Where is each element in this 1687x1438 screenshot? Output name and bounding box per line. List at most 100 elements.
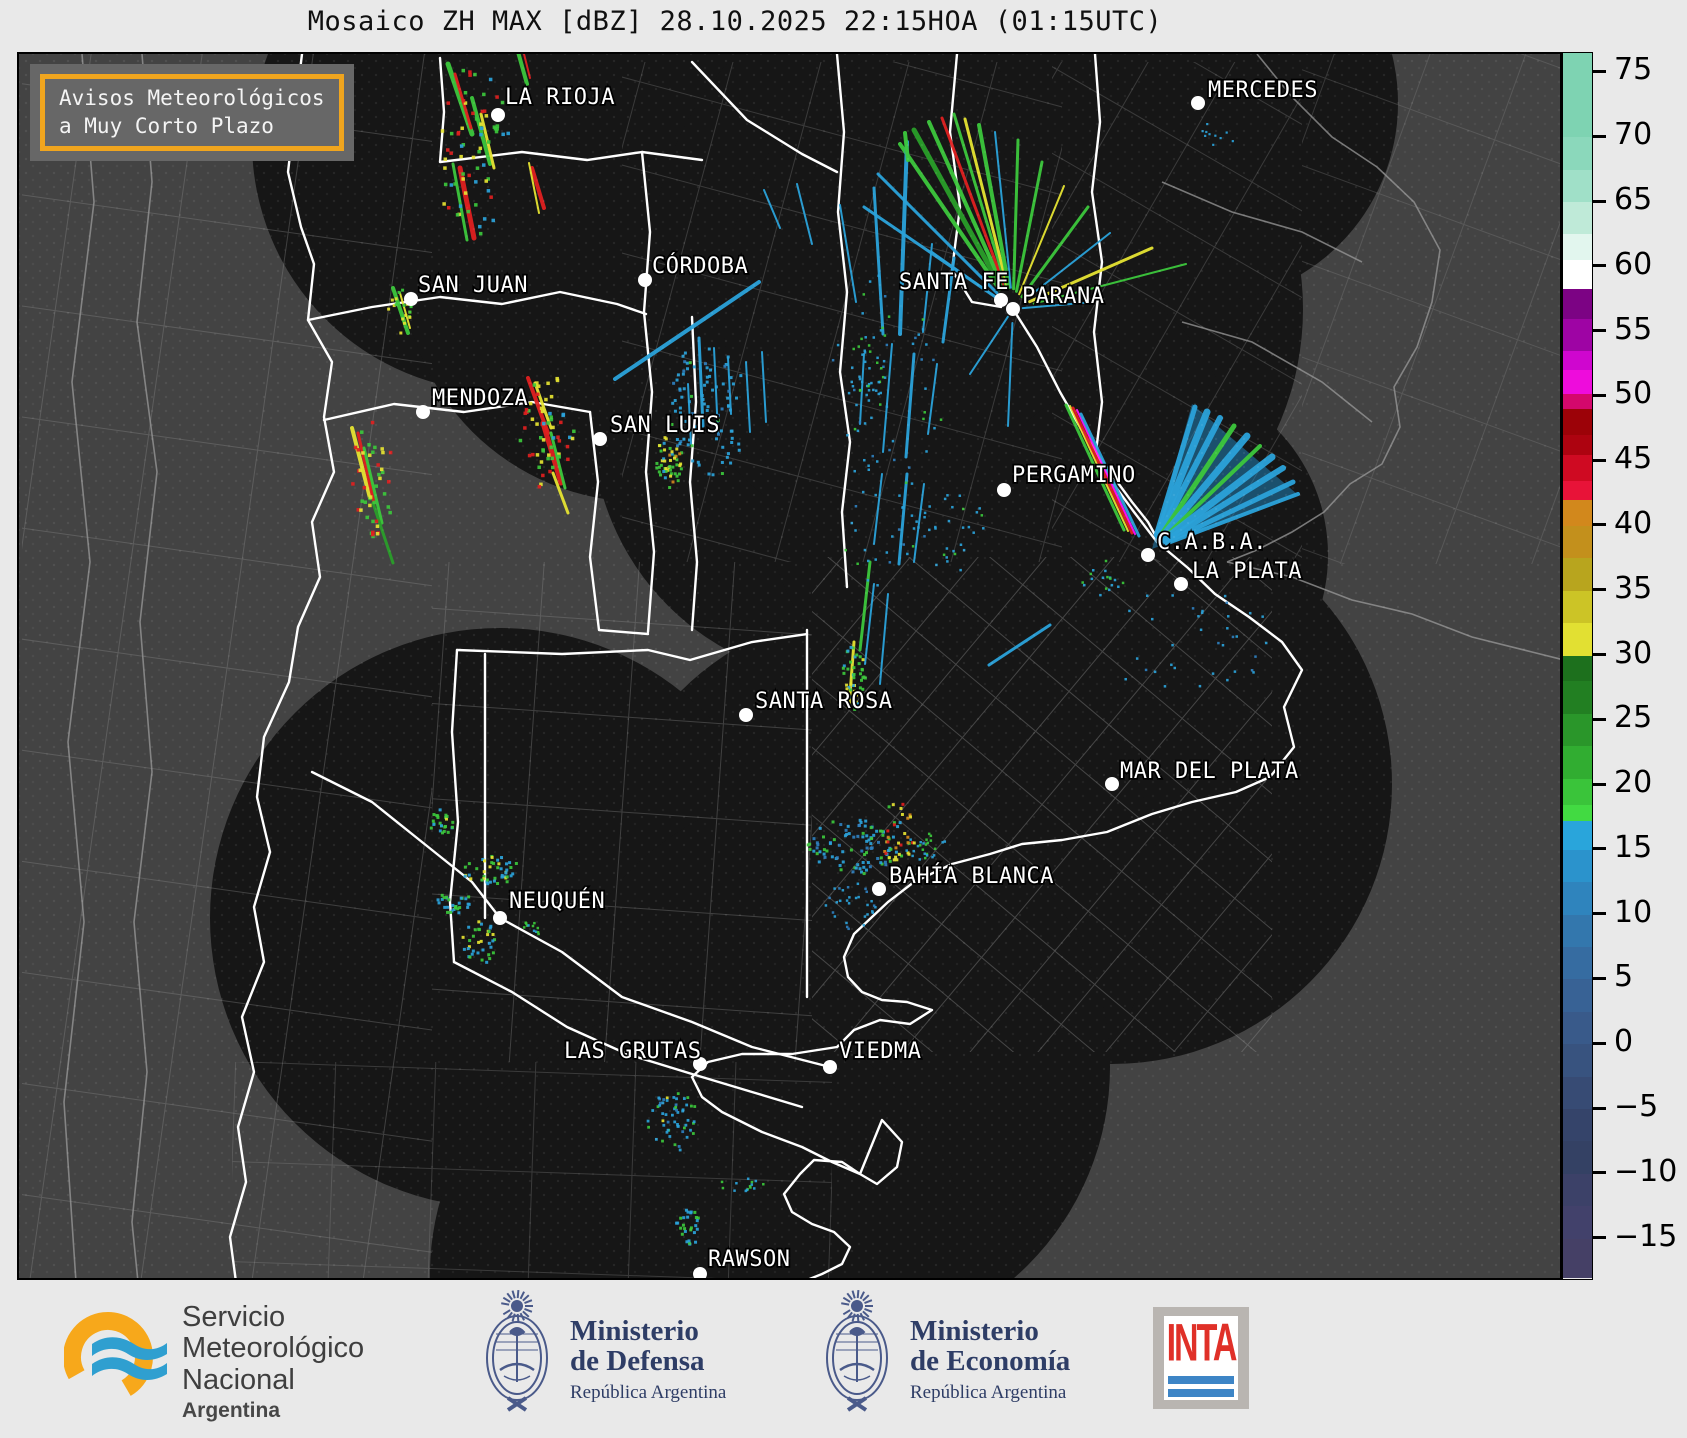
colorbar-tick-label: 0 (1614, 1024, 1634, 1060)
city-dot (872, 882, 886, 896)
colorbar-tick-label: 55 (1614, 311, 1653, 347)
radar-mosaic-map: MERCEDES LA RIOJA SAN JUAN CÓRDOBA SANTA FE P… (17, 52, 1562, 1280)
defensa-line2: de Defensa (570, 1345, 705, 1378)
colorbar-band (1563, 454, 1592, 482)
city-dot (1141, 548, 1155, 562)
colorbar-tick (1593, 393, 1606, 397)
city-label: MENDOZA (432, 386, 528, 411)
colorbar-band (1563, 804, 1592, 822)
colorbar-tick (1593, 264, 1606, 268)
colorbar-band (1563, 525, 1592, 559)
city-label: CÓRDOBA (652, 253, 748, 279)
colorbar-band (1563, 914, 1592, 948)
city-label: NEUQUÉN (509, 888, 605, 914)
smn-line2: Meteorológico (182, 1332, 365, 1365)
colorbar-band (1563, 1238, 1592, 1279)
smn-sun-icon (64, 1312, 167, 1402)
economia-line2: de Economía (910, 1345, 1071, 1378)
colorbar-band (1563, 318, 1592, 352)
colorbar-tick-label: 20 (1614, 765, 1653, 801)
colorbar-tick-label: 25 (1614, 700, 1653, 736)
city-label: MAR DEL PLATA (1120, 759, 1299, 784)
colorbar-tick-label: 15 (1614, 829, 1653, 865)
colorbar-tick-label: 60 (1614, 246, 1653, 282)
smn-line3: Nacional (182, 1363, 295, 1396)
city-dot (1191, 96, 1205, 110)
dbz-colorbar (1562, 52, 1593, 1280)
colorbar-band (1563, 409, 1592, 436)
colorbar-tick-label: −10 (1614, 1153, 1678, 1189)
defensa-line1: Ministerio (570, 1315, 699, 1347)
colorbar-band (1563, 435, 1592, 456)
colorbar-band (1563, 713, 1592, 747)
colorbar-tick-label: −5 (1614, 1089, 1659, 1125)
city-dot (638, 273, 652, 287)
colorbar-band (1563, 393, 1592, 410)
colorbar-tick (1593, 1106, 1606, 1110)
colorbar-band (1563, 882, 1592, 916)
smn-line4: Argentina (182, 1398, 281, 1422)
colorbar-tick (1593, 976, 1606, 980)
colorbar-band (1563, 480, 1592, 501)
city-dot (739, 708, 753, 722)
colorbar-tick-label: 70 (1614, 117, 1653, 153)
colorbar-tick (1593, 69, 1606, 73)
colorbar-tick-label: 65 (1614, 182, 1653, 217)
colorbar-band (1563, 1206, 1592, 1240)
city-dot (416, 405, 430, 419)
city-dot (994, 293, 1008, 307)
colorbar-tick-label: −15 (1614, 1218, 1678, 1254)
inta-wordmark: INTA (1166, 1314, 1238, 1373)
city-dot (493, 911, 507, 925)
city-label: MERCEDES (1208, 78, 1318, 103)
city-label: LA PLATA (1192, 559, 1302, 584)
city-label: RAWSON (708, 1247, 790, 1272)
colorbar-tick (1593, 912, 1606, 916)
colorbar-band (1563, 288, 1592, 320)
coat-of-arms-icon (486, 1290, 548, 1412)
city-label: BAHÍA BLANCA (889, 863, 1054, 889)
colorbar-band (1563, 849, 1592, 883)
smn-logo: Servicio Meteorológico Nacional Argentin… (64, 1301, 365, 1423)
colorbar-band (1563, 234, 1592, 261)
city-dot (491, 108, 505, 122)
colorbar-tick (1593, 588, 1606, 592)
colorbar-tick (1593, 1236, 1606, 1240)
colorbar-band (1563, 1044, 1592, 1078)
colorbar-band (1563, 746, 1592, 780)
colorbar-band (1563, 655, 1592, 683)
colorbar-tick (1593, 1041, 1606, 1045)
colorbar-tick (1593, 782, 1606, 786)
colorbar-band (1563, 681, 1592, 715)
colorbar-band (1563, 1173, 1592, 1207)
colorbar-band (1563, 169, 1592, 203)
economia-line3: República Argentina (910, 1381, 1067, 1403)
colorbar-band (1563, 1141, 1592, 1175)
colorbar-tick-label: 35 (1614, 570, 1653, 606)
colorbar-band (1563, 500, 1592, 527)
colorbar-tick-label: 45 (1614, 441, 1653, 477)
colorbar-band (1563, 623, 1592, 657)
city-label: LAS GRUTAS (564, 1039, 701, 1064)
colorbar-tick-label: 5 (1614, 959, 1634, 995)
colorbar-band (1563, 137, 1592, 171)
warning-box-text: Avisos Meteorológicos a Muy Corto Plazo (40, 74, 344, 152)
colorbar-tick (1593, 717, 1606, 721)
colorbar-band (1563, 979, 1592, 1013)
city-label: LA RIOJA (505, 85, 615, 110)
colorbar-tick-label: 10 (1614, 894, 1653, 930)
city-label: PARANA (1022, 284, 1104, 309)
colorbar-band (1563, 351, 1592, 372)
colorbar-tick-label: 30 (1614, 635, 1653, 671)
economia-logo: Ministerio de Economía República Argenti… (820, 1290, 1070, 1416)
colorbar-tick (1593, 329, 1606, 333)
smn-line1: Servicio (182, 1301, 286, 1333)
colorbar-tick-label: 40 (1614, 505, 1653, 541)
page-title: Mosaico ZH MAX [dBZ] 28.10.2025 22:15HOA… (307, 6, 1163, 37)
city-label: SANTA ROSA (755, 689, 892, 714)
warning-box[interactable]: Avisos Meteorológicos a Muy Corto Plazo (30, 64, 354, 162)
colorbar-band (1563, 370, 1592, 395)
colorbar-band (1563, 778, 1592, 806)
inta-logo: INTA (1153, 1307, 1249, 1409)
colorbar-tick (1593, 134, 1606, 138)
